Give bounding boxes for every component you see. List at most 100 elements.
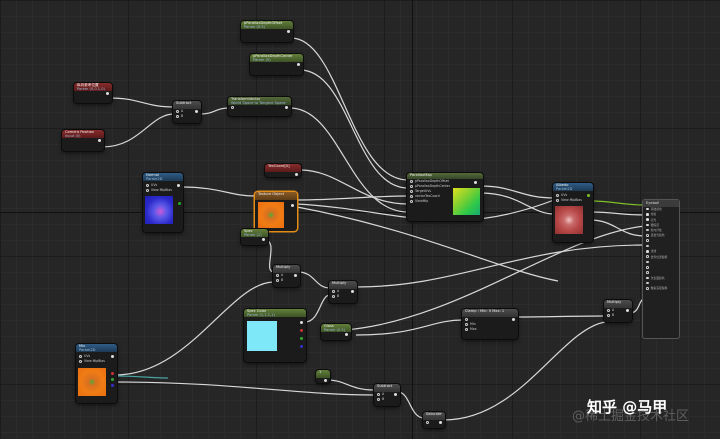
channel-pin[interactable] <box>300 345 303 348</box>
parallax-map-node[interactable]: ParallaxMap pParallaxDepthOffset pParall… <box>407 173 483 221</box>
output-pin[interactable] <box>345 333 348 336</box>
output-pin[interactable] <box>177 184 180 187</box>
input-pin[interactable] <box>410 199 413 203</box>
input-pin[interactable] <box>426 420 429 424</box>
pin-label: UVs <box>84 354 91 358</box>
output-pin[interactable] <box>285 106 288 109</box>
multiply-node[interactable]: Multiply A B <box>273 265 300 287</box>
input-pin[interactable] <box>556 193 559 197</box>
channel-pin[interactable] <box>300 329 303 332</box>
node-subtitle: Param (0) <box>253 58 271 62</box>
channel-pin[interactable] <box>111 378 114 381</box>
normal-texture-node[interactable]: Normal Param2D UVs View MipBias <box>143 173 183 232</box>
gloss-param-node[interactable]: Gloss Param (0.5) <box>321 324 351 340</box>
clamp-node[interactable]: Clamp : Min: 0 Max: 1 Min Max <box>462 309 518 339</box>
output-pin[interactable] <box>106 92 109 95</box>
input-pin[interactable] <box>276 273 279 277</box>
camera-position-node[interactable]: Camera Position Input (0) <box>62 130 104 151</box>
input-pin[interactable] <box>377 397 380 401</box>
constant-one-node[interactable]: 1 <box>316 370 330 383</box>
pin-label: ViewMip <box>415 199 429 203</box>
texture-preview <box>258 202 284 228</box>
output-pin[interactable] <box>439 421 442 424</box>
input-pin[interactable] <box>79 359 82 363</box>
output-pin[interactable] <box>512 318 515 321</box>
input-pin[interactable] <box>465 317 468 321</box>
output-pin[interactable] <box>262 238 265 241</box>
node-title: Multiply <box>276 265 291 269</box>
saturate-node[interactable]: Saturate <box>423 412 445 428</box>
input-pin[interactable] <box>146 188 149 192</box>
input-pin[interactable] <box>332 294 335 298</box>
output-pin[interactable] <box>587 194 590 197</box>
pin-label: Max <box>470 327 477 331</box>
input-pin[interactable] <box>377 392 380 396</box>
input-pin[interactable] <box>465 327 468 331</box>
input-pin[interactable] <box>556 198 559 202</box>
channel-pin[interactable] <box>300 337 303 340</box>
io-row <box>423 420 445 425</box>
input-pin[interactable] <box>176 114 179 118</box>
spec-color-node[interactable]: Spec Color Param (1,1,1,1) <box>244 309 306 362</box>
pin-label: B <box>337 294 340 298</box>
input-pin[interactable] <box>176 109 179 113</box>
output-pin[interactable] <box>351 290 354 293</box>
input-pin[interactable] <box>332 289 335 293</box>
node-title: ParallaxMap <box>410 173 432 177</box>
input-pin[interactable] <box>410 189 413 193</box>
input-pin[interactable] <box>607 313 610 317</box>
material-result-node[interactable]: Eyeball 基础颜色 金属 高光 粗糙度 各向异性 自发光颜色 法线 世界位… <box>642 199 680 339</box>
input-pin[interactable] <box>607 308 610 312</box>
albedo-texture-node[interactable]: Albedo Param2D UVs View MipBias <box>553 183 593 242</box>
input-pin[interactable] <box>146 183 149 187</box>
result-pin-pixel-depth-offset[interactable]: 像素深度偏移 <box>643 286 679 291</box>
pin-label: 像素深度偏移 <box>650 286 668 291</box>
subtract-node[interactable]: Subtract A B <box>173 101 201 123</box>
input-pin[interactable] <box>465 322 468 326</box>
output-pin[interactable] <box>111 355 114 358</box>
input-pin[interactable] <box>410 179 413 183</box>
output-pin[interactable] <box>474 181 477 184</box>
output-pin[interactable] <box>291 204 294 207</box>
input-pin[interactable] <box>410 194 413 198</box>
depth-offset-param-node[interactable]: pParallaxDepthOffset Param (0.5) <box>241 21 293 42</box>
multiply-node[interactable]: Multiply A B <box>329 281 357 303</box>
pin-label: 金属 <box>650 212 657 217</box>
pin-label: 法线 <box>650 249 657 254</box>
output-pin[interactable] <box>626 309 629 312</box>
node-subtitle: Param2D <box>146 177 163 181</box>
pin-label: View MipBias <box>84 359 105 363</box>
texcoord-node[interactable]: TexCoord[0] <box>265 164 301 177</box>
input-pin[interactable] <box>79 354 82 358</box>
node-title: Multiply <box>332 281 347 285</box>
channel-pin[interactable] <box>111 372 114 375</box>
node-title: Multiply <box>607 300 622 304</box>
output-pin[interactable] <box>98 139 101 142</box>
channel-pin[interactable] <box>178 201 181 205</box>
transform-vector-node[interactable]: TransformVector World Space to Tangent Sp… <box>228 97 291 116</box>
vector-param-node[interactable]: 纵向参考位置 Param (0,0,1,0) <box>74 83 112 103</box>
multiply-node[interactable]: Multiply A B <box>604 300 632 322</box>
output-pin[interactable] <box>195 110 198 113</box>
output-pin[interactable] <box>300 321 303 324</box>
max-row: Max <box>462 327 518 332</box>
node-subtitle: Param (0.5) <box>244 25 266 29</box>
node-title: TexCoord[0] <box>268 164 290 168</box>
input-pin[interactable] <box>231 105 234 109</box>
pin-label: 各向异性 <box>650 228 662 233</box>
input-pin[interactable] <box>276 278 279 282</box>
output-pin[interactable] <box>295 173 298 176</box>
node-title: 1 <box>319 370 322 374</box>
channel-pin[interactable] <box>111 384 114 387</box>
output-pin[interactable] <box>394 393 397 396</box>
output-pin[interactable] <box>287 30 290 33</box>
depth-center-param-node[interactable]: pParallaxDepthCenter Param (0) <box>250 54 303 75</box>
subtract-node[interactable]: Subtract A B <box>374 384 400 406</box>
spec-param-node[interactable]: Spec Param (1) <box>241 229 268 245</box>
output-pin[interactable] <box>294 274 297 277</box>
output-pin[interactable] <box>324 379 327 382</box>
output-pin[interactable] <box>297 63 300 66</box>
texture-object-node[interactable]: Texture Object <box>255 192 297 231</box>
mix-texture-node[interactable]: Mix Param2D UVs View MipBias <box>76 344 117 403</box>
input-pin[interactable] <box>410 184 413 188</box>
